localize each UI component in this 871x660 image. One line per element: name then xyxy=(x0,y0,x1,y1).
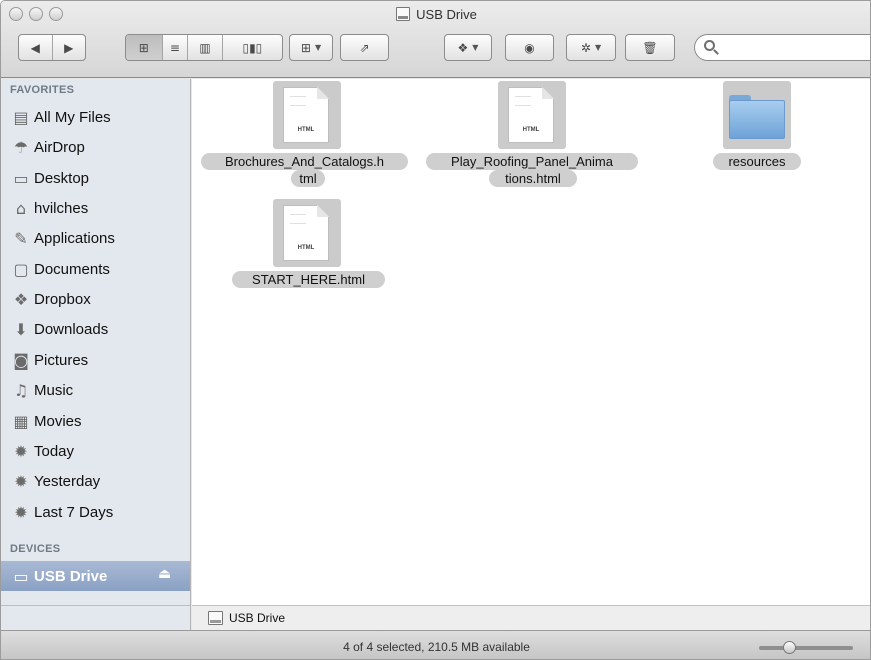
finder-window: USB Drive ◀ ▶ ⊞ ≡ ▥ ▯▮▯ ⊞ ▼ ⇗ ❖ ▼ ◉ ✲ ▼ 🗑︎ xyxy=(0,0,871,660)
sidebar-item-all-my-files[interactable]: ▤ All My Files xyxy=(1,102,190,132)
search-input[interactable] xyxy=(694,34,870,61)
file-name-continued[interactable]: tions.html xyxy=(489,170,577,187)
camera-icon: ◙ xyxy=(13,350,29,370)
sidebar-item-desktop[interactable]: ▭ Desktop xyxy=(1,163,190,193)
file-icon[interactable]: HTML xyxy=(498,81,566,149)
list-view-button[interactable]: ≡ xyxy=(163,35,189,60)
dropbox-icon: ❖ xyxy=(457,40,469,55)
documents-icon: ▢ xyxy=(13,259,29,279)
sidebar-item-airdrop[interactable]: ☂ AirDrop xyxy=(1,132,190,162)
path-bar: USB Drive xyxy=(192,605,870,630)
trash-icon: 🗑︎ xyxy=(642,40,658,55)
smart-folder-icon: ✹ xyxy=(14,471,28,491)
triangle-right-icon: ▶ xyxy=(64,40,74,55)
html-document-icon: HTML xyxy=(508,87,554,143)
gear-icon: ✲ xyxy=(580,40,591,55)
coverflow-icon: ▯▮▯ xyxy=(242,40,263,55)
back-button[interactable]: ◀ xyxy=(19,35,53,60)
drive-icon xyxy=(208,611,223,625)
file-icon[interactable]: HTML xyxy=(273,199,341,267)
drive-icon: ▭ xyxy=(13,566,29,586)
music-icon: ♫ xyxy=(13,380,29,400)
folder-icon xyxy=(729,95,785,139)
list-icon: ≡ xyxy=(169,40,180,55)
sidebar-item-downloads[interactable]: ⬇ Downloads xyxy=(1,314,190,344)
grid-icon: ⊞ xyxy=(300,40,311,55)
smart-folder-icon: ✹ xyxy=(14,441,28,461)
triangle-left-icon: ◀ xyxy=(30,40,40,55)
html-document-icon: HTML xyxy=(283,205,329,261)
coverflow-view-button[interactable]: ▯▮▯ xyxy=(223,35,282,60)
eye-icon: ◉ xyxy=(524,40,535,55)
sidebar-item-pictures[interactable]: ◙ Pictures xyxy=(1,345,190,375)
sidebar-item-movies[interactable]: ▦ Movies xyxy=(1,406,190,436)
downloads-icon: ⬇ xyxy=(14,319,28,339)
file-browser: HTML Brochures_And_Catalogs.h tml HTML P… xyxy=(192,79,870,605)
window-title: USB Drive xyxy=(1,7,870,22)
path-item-usb-drive[interactable]: USB Drive xyxy=(229,611,285,625)
html-document-icon: HTML xyxy=(283,87,329,143)
chevron-down-icon: ▼ xyxy=(594,43,602,52)
arrange-button[interactable]: ⊞ ▼ xyxy=(289,34,333,61)
icon-view-button[interactable]: ⊞ xyxy=(126,35,163,60)
airdrop-icon: ☂ xyxy=(13,137,29,157)
file-name[interactable]: START_HERE.html xyxy=(232,271,385,288)
dropbox-button[interactable]: ❖ ▼ xyxy=(444,34,492,61)
back-forward-control: ◀ ▶ xyxy=(18,34,86,61)
share-button[interactable]: ⇗ xyxy=(340,34,389,61)
film-icon: ▦ xyxy=(13,411,29,431)
sidebar-item-applications[interactable]: ✎ Applications xyxy=(1,223,190,253)
columns-icon: ▥ xyxy=(199,40,211,55)
sidebar-item-documents[interactable]: ▢ Documents xyxy=(1,254,190,284)
sidebar-item-today[interactable]: ✹ Today xyxy=(1,436,190,466)
home-icon: ⌂ xyxy=(15,198,27,218)
sidebar-item-last-7-days[interactable]: ✹ Last 7 Days xyxy=(1,497,190,527)
sidebar: FAVORITES ▤ All My Files ☂ AirDrop ▭ Deskto… xyxy=(1,79,191,630)
share-icon: ⇗ xyxy=(359,40,370,55)
forward-button[interactable]: ▶ xyxy=(53,35,86,60)
applications-icon: ✎ xyxy=(14,228,28,248)
sidebar-footer xyxy=(1,605,190,630)
file-name-continued[interactable]: tml xyxy=(291,170,325,187)
status-text: 4 of 4 selected, 210.5 MB available xyxy=(343,640,530,654)
grid-icon: ⊞ xyxy=(138,40,149,55)
icon-size-slider[interactable] xyxy=(759,641,853,654)
column-view-button[interactable]: ▥ xyxy=(188,35,223,60)
folder-name[interactable]: resources xyxy=(713,153,801,170)
smart-folder-icon: ✹ xyxy=(14,502,28,522)
all-files-icon: ▤ xyxy=(13,107,29,127)
search-icon xyxy=(704,40,715,51)
eject-icon[interactable]: ⏏ xyxy=(158,566,171,582)
devices-header: DEVICES xyxy=(10,543,61,555)
sidebar-item-usb-drive[interactable]: ▭ USB Drive ⏏ xyxy=(1,561,190,591)
slider-knob[interactable] xyxy=(783,641,796,654)
delete-button[interactable]: 🗑︎ xyxy=(625,34,675,61)
desktop-icon: ▭ xyxy=(13,168,29,188)
favorites-header: FAVORITES xyxy=(10,84,75,96)
folder-thumbnail[interactable] xyxy=(723,81,791,149)
sidebar-item-yesterday[interactable]: ✹ Yesterday xyxy=(1,466,190,496)
toolbar: USB Drive ◀ ▶ ⊞ ≡ ▥ ▯▮▯ ⊞ ▼ ⇗ ❖ ▼ ◉ ✲ ▼ 🗑︎ xyxy=(1,1,870,78)
status-bar: 4 of 4 selected, 210.5 MB available xyxy=(1,630,870,659)
chevron-down-icon: ▼ xyxy=(472,43,479,52)
sidebar-item-home[interactable]: ⌂ hvilches xyxy=(1,193,190,223)
chevron-down-icon: ▼ xyxy=(314,43,322,52)
drive-icon xyxy=(396,7,411,21)
quicklook-button[interactable]: ◉ xyxy=(505,34,554,61)
file-name[interactable]: Play_Roofing_Panel_Anima xyxy=(426,153,638,170)
view-switcher: ⊞ ≡ ▥ ▯▮▯ xyxy=(125,34,283,61)
sidebar-item-music[interactable]: ♫ Music xyxy=(1,375,190,405)
sidebar-item-dropbox[interactable]: ❖ Dropbox xyxy=(1,284,190,314)
file-icon[interactable]: HTML xyxy=(273,81,341,149)
file-name[interactable]: Brochures_And_Catalogs.h xyxy=(201,153,408,170)
dropbox-icon: ❖ xyxy=(13,289,29,309)
action-button[interactable]: ✲ ▼ xyxy=(566,34,616,61)
